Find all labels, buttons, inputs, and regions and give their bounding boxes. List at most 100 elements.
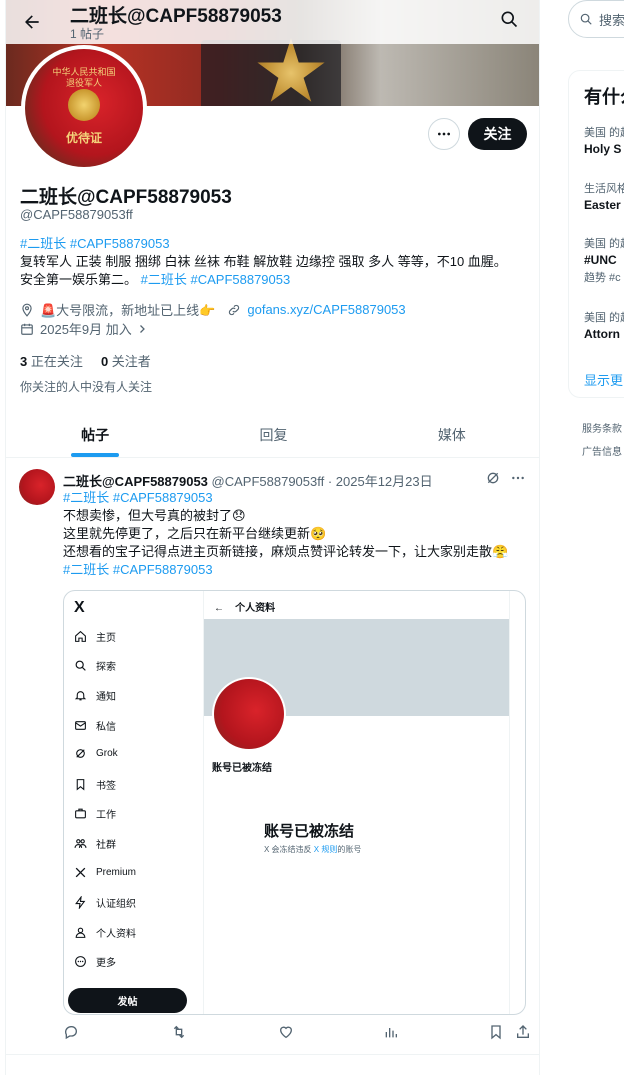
reply-button[interactable]	[63, 1024, 79, 1045]
footer-ads-link[interactable]: 广告信息	[582, 443, 622, 458]
bio-line-2: 安全第一娱乐第二。	[20, 272, 138, 287]
more-horizontal-icon	[438, 132, 450, 136]
followers-link[interactable]: 0 关注者	[101, 354, 151, 369]
trend-item[interactable]: 美国 的趋势 #UNC 趋势 #c	[584, 235, 624, 285]
post-actions	[63, 1024, 533, 1046]
post-hashtags-bottom[interactable]: #二班长 #CAPF58879053	[63, 562, 213, 577]
media-avatar	[212, 677, 286, 751]
profile-avatar[interactable]: 中华人民共和国 退役军人 优待证	[21, 45, 147, 171]
search-icon	[501, 11, 518, 28]
media-scrollbar	[509, 591, 525, 1014]
post-header: 二班长@CAPF58879053 @CAPF58879053ff · 2025年…	[63, 471, 433, 490]
bell-icon	[74, 691, 87, 701]
sidebar-search-input[interactable]: 搜索	[568, 0, 624, 38]
grok-button[interactable]	[485, 470, 501, 491]
grok-icon	[487, 472, 499, 484]
tab-posts[interactable]: 帖子	[6, 412, 184, 457]
share-button[interactable]	[515, 1024, 531, 1045]
briefcase-icon	[75, 808, 86, 819]
media-nav-bookmarks: 书签	[74, 777, 116, 792]
bio-hashtags-1[interactable]: #二班长 #CAPF58879053	[20, 236, 170, 251]
x-logo-icon: X	[74, 599, 85, 616]
repost-button[interactable]	[171, 1024, 187, 1045]
post-media-screenshot[interactable]: X 主页 探索 通知 私信 Grok 书签 工作 社群 Premium 认证组织…	[63, 590, 526, 1015]
media-nav-notifications: 通知	[74, 688, 116, 703]
chevron-right-icon	[139, 324, 145, 333]
bio-line-1: 复转军人 正装 制服 捆绑 白袜 丝袜 布鞋 解放鞋 边缘控 强取 多人 等等，…	[20, 254, 507, 269]
media-frozen-subtext: X 会冻结违反 X 规则的账号	[264, 845, 362, 854]
media-nav-messages: 私信	[74, 718, 116, 733]
media-nav-verified-orgs: 认证组织	[74, 895, 136, 910]
location-text: 🚨大号限流，新地址已上线👉	[40, 303, 216, 318]
media-nav-profile: 个人资料	[74, 925, 136, 940]
post-handle-date[interactable]: @CAPF58879053ff · 2025年12月23日	[212, 474, 433, 489]
post-line-1: 不想卖惨，但大号真的被封了😞	[63, 508, 246, 523]
bio-hashtags-2[interactable]: #二班长 #CAPF58879053	[141, 272, 291, 287]
post-author-name[interactable]: 二班长@CAPF58879053	[63, 474, 208, 489]
follow-button[interactable]: 关注	[468, 118, 527, 150]
location-icon	[22, 303, 32, 317]
post-card[interactable]: 二班长@CAPF58879053 @CAPF58879053ff · 2025年…	[6, 459, 539, 1055]
show-more-link[interactable]: 显示更多	[584, 370, 624, 389]
media-sidebar: X 主页 探索 通知 私信 Grok 书签 工作 社群 Premium 认证组织…	[64, 591, 204, 1014]
like-button[interactable]	[278, 1024, 294, 1045]
tab-replies[interactable]: 回复	[184, 412, 362, 457]
bar-chart-icon	[385, 1028, 397, 1038]
media-nav-explore: 探索	[74, 658, 116, 673]
mutual-followers-note: 你关注的人中没有人关注	[20, 380, 153, 394]
post-avatar[interactable]	[19, 469, 55, 505]
more-horizontal-icon	[512, 476, 524, 480]
follow-stats: 3 正在关注 0 关注者	[20, 351, 151, 370]
search-placeholder: 搜索	[599, 12, 624, 28]
profile-header: 二班长@CAPF58879053 1 帖子	[6, 0, 539, 44]
post-more-button[interactable]	[510, 470, 526, 491]
media-nav-home: 主页	[74, 629, 116, 644]
more-circle-icon	[75, 956, 86, 967]
more-options-button[interactable]	[428, 118, 460, 150]
profile-joined[interactable]: 2025年9月 加入	[20, 319, 154, 338]
display-name: 二班长@CAPF58879053	[20, 187, 232, 208]
header-title: 二班长@CAPF58879053	[70, 6, 282, 27]
profile-meta: 🚨大号限流，新地址已上线👉 gofans.xyz/CAPF58879053	[20, 300, 406, 319]
bookmark-button[interactable]	[488, 1024, 504, 1045]
reply-icon	[65, 1026, 77, 1040]
back-button[interactable]	[18, 8, 46, 36]
bookmark-icon	[491, 1025, 501, 1040]
right-sidebar: 搜索 有什么 美国 的趋势 Holy S 生活风格 · 趋势 Easter 美国…	[540, 0, 624, 1075]
media-nav-jobs: 工作	[74, 806, 116, 821]
trend-item[interactable]: 美国 的趋势 Holy S	[584, 124, 624, 156]
search-button[interactable]	[499, 9, 523, 33]
media-frozen-title: 账号已被冻结	[264, 823, 355, 840]
share-icon	[517, 1025, 529, 1038]
trend-item[interactable]: 生活风格 · 趋势 Easter	[584, 180, 624, 212]
media-nav-grok: Grok	[74, 747, 118, 760]
views-button[interactable]	[383, 1024, 399, 1045]
media-profile-area: ← 个人资料 账号已被冻结 账号已被冻结 X 会冻结违反 X 规则的账号	[204, 591, 509, 1014]
post-text: #二班长 #CAPF58879053 不想卖惨，但大号真的被封了😞 这里就先停更…	[63, 489, 533, 579]
media-header: ← 个人资料	[214, 603, 276, 614]
profile-bio: #二班长 #CAPF58879053 复转军人 正装 制服 捆绑 白袜 丝袜 布…	[20, 235, 525, 289]
avatar-image: 中华人民共和国 退役军人 优待证	[25, 49, 143, 167]
repost-icon	[173, 1025, 185, 1039]
trends-panel: 有什么 美国 的趋势 Holy S 生活风格 · 趋势 Easter 美国 的趋…	[568, 70, 624, 398]
footer-terms-link[interactable]: 服务条款	[582, 420, 622, 435]
tab-media[interactable]: 媒体	[363, 412, 539, 457]
following-link[interactable]: 3 正在关注	[20, 354, 83, 369]
x-icon	[75, 867, 86, 878]
heart-icon	[279, 1026, 293, 1039]
avatar-text-2: 退役军人	[65, 79, 102, 89]
home-icon	[75, 630, 86, 642]
website-link[interactable]: gofans.xyz/CAPF58879053	[247, 302, 405, 317]
joined-text: 2025年9月 加入	[40, 322, 132, 337]
media-frozen-label: 账号已被冻结	[212, 763, 272, 774]
trend-item[interactable]: 美国 的趋势 Attorn	[584, 309, 624, 341]
mail-icon	[75, 721, 86, 730]
lightning-icon	[75, 896, 86, 909]
user-icon	[75, 927, 86, 938]
emblem-icon	[68, 89, 100, 121]
post-hashtags-top[interactable]: #二班长 #CAPF58879053	[63, 490, 213, 505]
search-icon	[75, 660, 86, 671]
search-icon	[580, 13, 592, 25]
media-post-button: 发帖	[68, 988, 187, 1013]
link-icon	[229, 304, 240, 315]
